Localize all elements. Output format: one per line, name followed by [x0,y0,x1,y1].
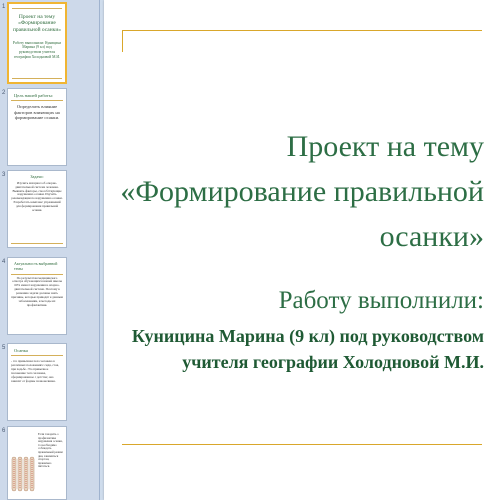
decorative-bottom-rule [122,444,482,445]
thumbnail-text: Определить влияние факторов влияющих на … [14,104,60,121]
thumbnail-number: 2 [2,90,6,96]
thumbnail-2[interactable]: Цель нашей работы: Определить влияние фа… [7,88,67,166]
slide-title[interactable]: Проект на тему «Формирование правильной … [114,124,484,259]
thumbnail-number: 6 [2,428,6,434]
thumbnail-item-4[interactable]: 4 Актуальность выбранной темы По результ… [0,257,100,337]
thumbnail-title: Задачи: [30,174,44,179]
thumbnail-text: Изучить материал об опорно-двигательной … [11,180,63,212]
thumbnail-number: 5 [2,345,6,351]
slide-thumbnail-pane[interactable]: 1 Проект на тему «Формирование правильно… [0,0,100,500]
thumbnail-item-6[interactable]: 6 Если говорить о профилактике нарушения… [0,426,100,500]
thumbnail-item-2[interactable]: 2 Цель нашей работы: Определить влияние … [0,88,100,168]
thumbnail-text: - это привычная поза человека в различны… [11,359,59,383]
thumbnail-3[interactable]: Задачи: Изучить материал об опорно-двига… [7,170,67,248]
thumbnail-divider [12,8,62,9]
thumbnail-text: По результатам медицинского осмотра обуч… [11,275,63,307]
thumbnail-number: 3 [2,172,6,178]
author-name[interactable]: Куницина Марина (9 кл) под руководством … [114,323,484,375]
thumbnail-title: Проект на тему «Формирование правильной … [12,14,62,33]
author-label[interactable]: Работу выполнили: [114,286,484,316]
thumbnail-4[interactable]: Актуальность выбранной темы По результат… [7,257,67,335]
thumbnail-title: Цель нашей работы: [11,91,63,102]
thumbnail-number: 1 [2,4,6,10]
thumbnail-divider [12,78,62,79]
thumbnail-item-5[interactable]: 5 Осанка - это привычная поза человека в… [0,343,100,423]
spine-illustration-icon [11,456,35,492]
thumbnail-6[interactable]: Если говорить о профилактике нарушения о… [7,426,67,500]
thumbnail-text: Если говорить о профилактике нарушения о… [38,432,63,469]
slide-canvas[interactable]: Проект на тему «Формирование правильной … [104,0,500,500]
thumbnail-5[interactable]: Осанка - это привычная поза человека в р… [7,343,67,421]
thumbnail-title: Осанка [11,346,63,357]
thumbnail-1[interactable]: Проект на тему «Формирование правильной … [7,2,67,84]
decorative-top-bracket [122,30,482,52]
thumbnail-item-3[interactable]: 3 Задачи: Изучить материал об опорно-дви… [0,170,100,250]
thumbnail-item-1[interactable]: 1 Проект на тему «Формирование правильно… [0,2,100,86]
thumbnail-divider [11,243,63,244]
thumbnail-title: Актуальность выбранной темы [11,260,63,275]
thumbnail-text: Работу выполнили: Куницина Марина (9 кл)… [12,40,62,59]
thumbnail-number: 4 [2,259,6,265]
